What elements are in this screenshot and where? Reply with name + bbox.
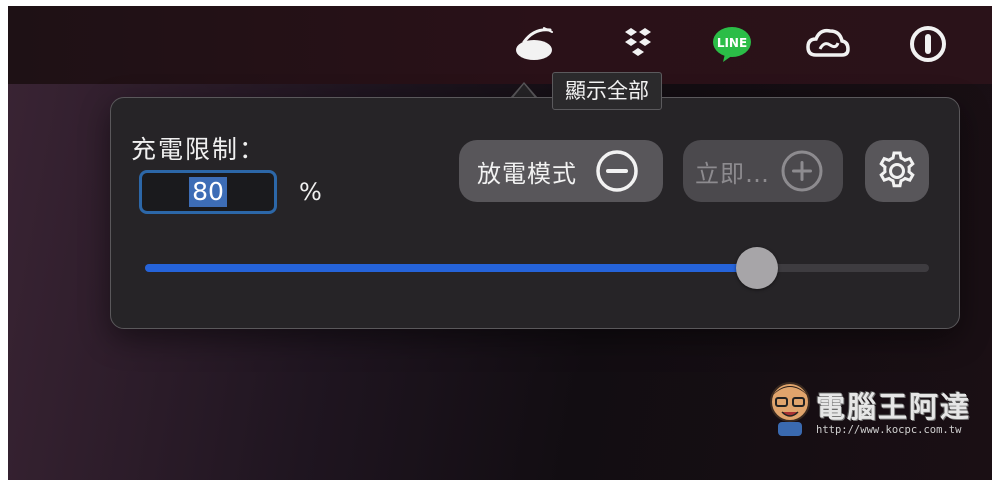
charge-limit-popover: 充電限制： 80 % 放電模式 立即… bbox=[110, 97, 960, 329]
show-all-tooltip: 顯示全部 bbox=[552, 72, 662, 110]
plus-circle-icon bbox=[780, 149, 824, 193]
creative-cloud-icon[interactable] bbox=[806, 22, 850, 66]
charge-limit-input[interactable]: 80 bbox=[139, 170, 277, 214]
percent-sign: % bbox=[299, 178, 322, 206]
discharge-mode-button[interactable]: 放電模式 bbox=[459, 140, 663, 202]
mascot-icon bbox=[770, 382, 810, 436]
line-icon[interactable]: LINE bbox=[710, 22, 754, 66]
top-up-label: 立即… bbox=[695, 159, 770, 188]
settings-button[interactable] bbox=[865, 140, 929, 202]
top-up-button[interactable]: 立即… bbox=[683, 140, 843, 202]
discharge-mode-label: 放電模式 bbox=[477, 159, 577, 188]
al-dente-icon[interactable] bbox=[512, 22, 556, 66]
menu-bar: LINE bbox=[8, 6, 992, 84]
minus-circle-icon bbox=[595, 149, 639, 193]
gear-icon bbox=[875, 149, 919, 193]
power-icon[interactable] bbox=[906, 22, 950, 66]
slider-thumb[interactable] bbox=[735, 247, 778, 289]
charge-limit-slider[interactable] bbox=[145, 247, 929, 289]
watermark-title: 電腦王阿達 bbox=[816, 390, 972, 424]
slider-fill bbox=[145, 264, 757, 272]
svg-text:LINE: LINE bbox=[717, 36, 747, 50]
desktop-background: LINE 充電限制： 80 % 放電模式 立即… 電腦王阿達 http://ww… bbox=[8, 6, 992, 480]
charge-limit-label: 充電限制： bbox=[131, 135, 267, 164]
watermark: 電腦王阿達 http://www.kocpc.com.tw bbox=[766, 376, 986, 446]
charge-limit-value: 80 bbox=[189, 177, 227, 207]
watermark-url: http://www.kocpc.com.tw bbox=[816, 424, 962, 436]
dropbox-icon[interactable] bbox=[616, 22, 660, 66]
